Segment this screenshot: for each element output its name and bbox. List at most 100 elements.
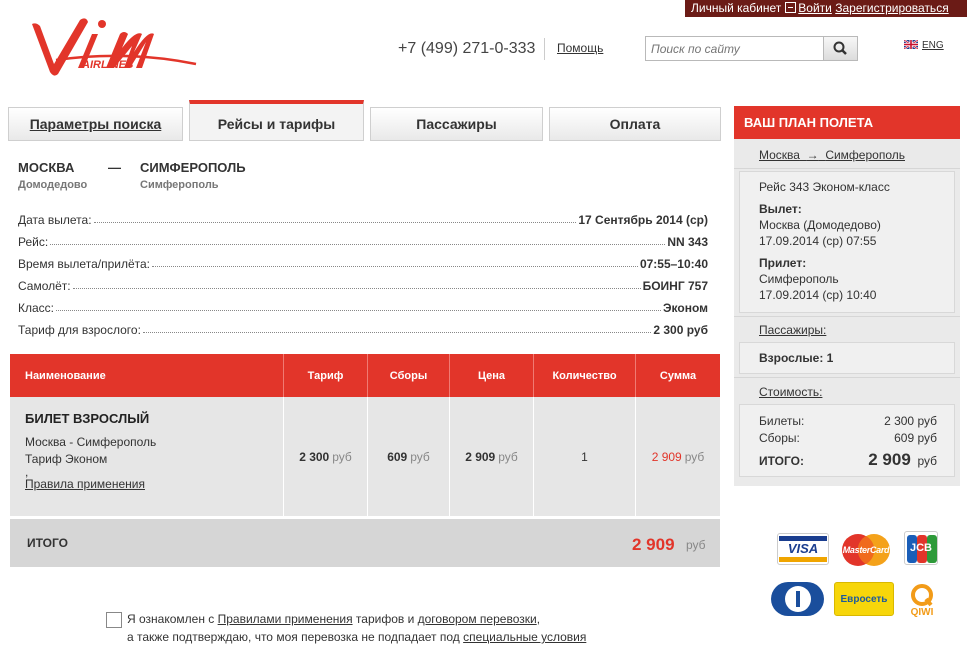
sidebar-passengers-link[interactable]: Пассажиры: [759, 323, 826, 337]
search-button[interactable] [823, 37, 857, 60]
tab-label: Оплата [609, 116, 661, 132]
agreement-block: Я ознакомлен с Правилами применения тари… [106, 610, 666, 646]
sidebar-cost-link[interactable]: Стоимость: [759, 385, 822, 399]
ticket-comma: , [25, 465, 29, 479]
phone-number: +7 (499) 271-0-333 [398, 40, 536, 57]
currency: руб [684, 449, 705, 464]
personal-cabinet-label: Личный кабинет [691, 1, 782, 15]
destination-airport: Симферополь [140, 179, 219, 191]
dotted-leader [142, 332, 652, 333]
tab-passengers[interactable]: Пассажиры [370, 107, 543, 141]
cost-total-label: ИТОГО: [759, 454, 804, 468]
column-header-quantity: Количество [533, 354, 635, 397]
route-dash: — [108, 160, 121, 175]
detail-label: Класс: [18, 301, 54, 315]
dotted-leader [93, 222, 577, 223]
column-header-fees: Сборы [367, 354, 449, 397]
price-value: 2 909 [465, 449, 496, 464]
cell-tariff: 2 300 руб [283, 397, 367, 516]
agreement-text: Я ознакомлен с Правилами применения тари… [127, 610, 666, 646]
sidebar-divider [734, 316, 960, 317]
detail-label: Самолёт: [18, 279, 71, 293]
fare-rules-link[interactable]: Правила применения [25, 477, 145, 491]
cell-price: 2 909 руб [449, 397, 533, 516]
cost-value: 609 руб [894, 431, 937, 445]
detail-value: NN 343 [667, 235, 708, 249]
mastercard-logo: MasterCard [838, 533, 894, 567]
agreement-text-part: а также подтверждаю, что моя перевозка н… [127, 630, 464, 644]
header-divider [544, 38, 545, 60]
departure-place: Москва (Домодедово) [759, 218, 881, 232]
login-link[interactable]: Войти [798, 1, 832, 15]
special-conditions-link[interactable]: специальные условия [463, 630, 586, 644]
agreement-text-part: Я ознакомлен с [127, 612, 218, 626]
cost-total-currency: руб [917, 454, 937, 468]
total-currency: руб [686, 538, 706, 552]
detail-row-adult-fare: Тариф для взрослого: 2 300 руб [18, 315, 708, 337]
dotted-leader [56, 310, 661, 311]
currency: руб [498, 449, 518, 464]
sidebar-flight-line: Рейс 343 Эконом-класс [759, 180, 890, 194]
jcb-logo: JCB [904, 531, 938, 565]
route-to: Симферополь [825, 148, 905, 162]
dotted-leader [50, 244, 666, 245]
detail-row-departure-date: Дата вылета: 17 Сентябрь 2014 (ср) [18, 205, 708, 227]
route-from: Москва [759, 148, 800, 162]
tab-search-params[interactable]: Параметры поиска [8, 107, 183, 141]
flight-plan-sidebar: ВАШ ПЛАН ПОЛЕТА Москва → Симферополь Рей… [734, 106, 960, 486]
language-label: ENG [922, 40, 944, 51]
column-header-name: Наименование [25, 369, 106, 382]
detail-row-aircraft: Самолёт: БОИНГ 757 [18, 271, 708, 293]
dotted-leader [152, 266, 638, 267]
detail-value: БОИНГ 757 [642, 279, 708, 293]
logo-text: AIRLINES [81, 59, 134, 71]
sidebar-route-link[interactable]: Москва → Симферополь [759, 148, 905, 162]
agreement-text-part: , [536, 612, 541, 626]
agreement-checkbox[interactable] [106, 612, 122, 628]
visa-logo: VISA [777, 533, 829, 565]
tariff-value: 2 300 [299, 449, 330, 464]
detail-value: Эконом [662, 301, 708, 315]
qiwi-circle-icon [911, 583, 933, 606]
rules-link[interactable]: Правилами применения [218, 612, 353, 626]
flight-details: Дата вылета: 17 Сентябрь 2014 (ср) Рейс: N… [18, 205, 708, 337]
sidebar-divider [734, 168, 960, 169]
sidebar-divider [734, 377, 960, 378]
qiwi-logo: QIWI [904, 580, 940, 620]
detail-value: 07:55–10:40 [639, 257, 708, 271]
departure-label: Вылет: [759, 202, 802, 216]
mastercard-text: MasterCard [842, 545, 890, 555]
search-input[interactable] [646, 37, 822, 60]
currency: руб [410, 449, 430, 464]
detail-value: 2 300 руб [653, 323, 708, 337]
vim-airlines-logo[interactable]: AIRLINES [26, 12, 201, 82]
detail-row-flight: Рейс: NN 343 [18, 227, 708, 249]
origin-city: МОСКВА [18, 160, 75, 175]
carriage-contract-link[interactable]: договором перевозки [418, 612, 537, 626]
uk-flag-icon [904, 40, 918, 49]
table-total-row: ИТОГО 2 909 руб [10, 519, 720, 567]
quantity-value: 1 [581, 449, 588, 464]
ticket-route: Москва - Симферополь [25, 435, 157, 449]
help-link[interactable]: Помощь [557, 41, 603, 55]
total-label: ИТОГО [27, 536, 68, 550]
register-link[interactable]: Зарегистрироваться [835, 1, 948, 15]
column-header-sum: Сумма [635, 354, 720, 397]
currency: руб [332, 449, 352, 464]
sidebar-title: ВАШ ПЛАН ПОЛЕТА [734, 106, 960, 139]
detail-value: 17 Сентябрь 2014 (ср) [578, 213, 708, 227]
detail-row-class: Класс: Эконом [18, 293, 708, 315]
diners-club-logo [771, 582, 824, 616]
cell-sum: 2 909 руб [635, 397, 720, 516]
table-header: Наименование Тариф Сборы Цена Количество… [10, 354, 720, 397]
cell-quantity: 1 [533, 397, 635, 516]
tab-flights-fares[interactable]: Рейсы и тарифы [189, 100, 364, 141]
sidebar-adults: Взрослые: 1 [739, 342, 955, 374]
tab-payment[interactable]: Оплата [549, 107, 721, 141]
evroset-text: Евросеть [840, 593, 888, 605]
arrival-label: Прилет: [759, 256, 807, 270]
language-switch[interactable]: ENG [904, 40, 944, 51]
visa-text: VISA [787, 541, 819, 556]
booking-steps: Параметры поиска Рейсы и тарифы Пассажир… [8, 100, 722, 142]
origin-airport: Домодедово [18, 179, 88, 191]
